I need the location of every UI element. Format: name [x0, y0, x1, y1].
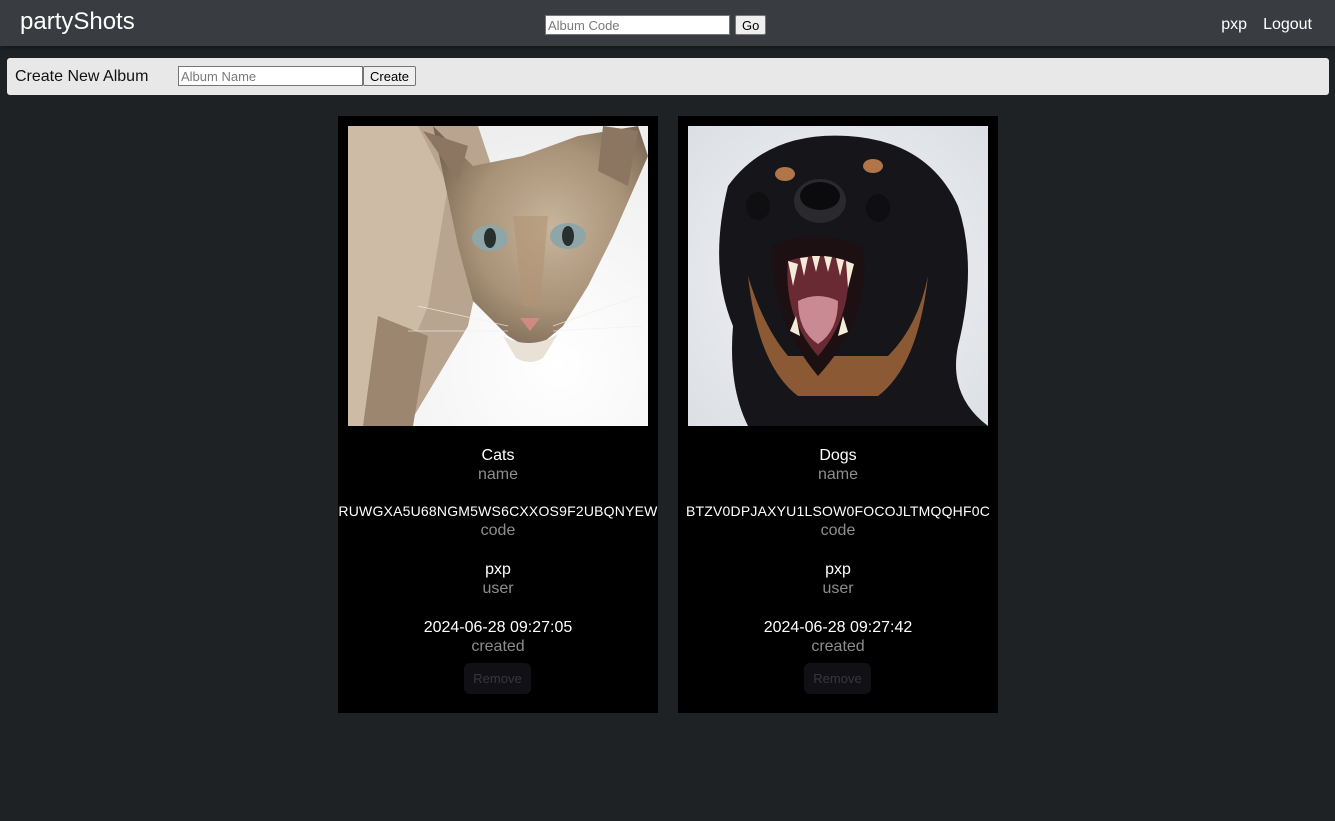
album-user: pxp	[485, 561, 511, 578]
create-album-form: Create	[178, 66, 417, 86]
album-code: RUWGXA5U68NGM5WS6CXXOS9F2UBQNYEW	[338, 503, 658, 519]
create-album-title: Create New Album	[15, 68, 149, 85]
album-user-label: user	[822, 580, 854, 597]
album-created-label: created	[471, 638, 525, 655]
album-card: Dogs name BTZV0DPJAXYU1LSOW0FOCOJLTMQQHF…	[678, 116, 998, 713]
remove-album-button[interactable]: Remove	[464, 663, 531, 694]
album-cover-image-cat[interactable]	[348, 126, 648, 426]
album-cover-image-dog[interactable]	[688, 126, 988, 426]
album-user-label: user	[482, 580, 514, 597]
album-name-label: name	[477, 466, 519, 483]
album-card: Cats name RUWGXA5U68NGM5WS6CXXOS9F2UBQNY…	[338, 116, 658, 713]
album-name: Cats	[481, 447, 515, 464]
top-navbar: partyShots Go pxp Logout	[0, 0, 1335, 46]
album-user: pxp	[825, 561, 851, 578]
album-code-label: code	[820, 522, 856, 539]
album-created-label: created	[811, 638, 865, 655]
album-name: Dogs	[819, 447, 857, 464]
album-code: BTZV0DPJAXYU1LSOW0FOCOJLTMQQHF0C	[685, 503, 991, 519]
album-code-form: Go	[545, 15, 767, 35]
album-name-label: name	[817, 466, 859, 483]
create-album-bar: Create New Album Create	[7, 58, 1329, 95]
album-code-input[interactable]	[545, 15, 730, 35]
album-name-input[interactable]	[178, 66, 363, 86]
user-nav: pxp Logout	[1221, 15, 1312, 35]
remove-album-button[interactable]: Remove	[804, 663, 871, 694]
album-created: 2024-06-28 09:27:42	[763, 619, 913, 636]
go-button[interactable]: Go	[735, 15, 767, 35]
logout-link[interactable]: Logout	[1263, 15, 1312, 35]
brand-logo[interactable]: partyShots	[20, 8, 135, 36]
album-created: 2024-06-28 09:27:05	[423, 619, 573, 636]
create-button[interactable]: Create	[363, 66, 417, 86]
username-link[interactable]: pxp	[1221, 15, 1247, 35]
album-code-label: code	[480, 522, 516, 539]
